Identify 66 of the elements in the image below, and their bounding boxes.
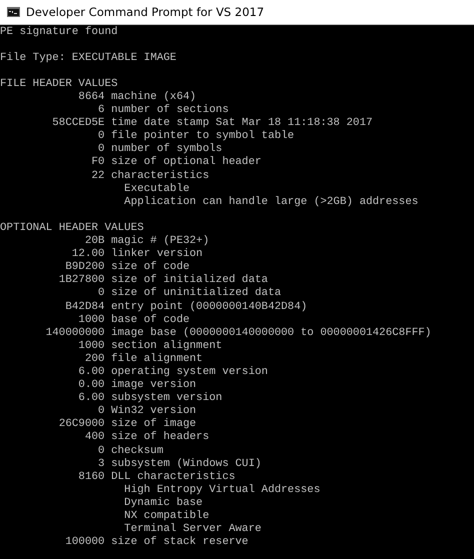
header-description: operating system version [111, 366, 268, 378]
header-description: magic # (PE32+) [111, 236, 210, 248]
header-number: 1B27800 [58, 275, 105, 286]
header-description: image version [111, 380, 196, 392]
window-title: Developer Command Prompt for VS 2017 [26, 5, 264, 19]
header-number: 8160 [77, 472, 105, 483]
characteristic-line: High Entropy Virtual Addresses [124, 484, 320, 496]
header-description: machine (x64) [111, 92, 196, 104]
header-number: 1000 [77, 314, 105, 326]
header-description: file alignment [111, 354, 203, 365]
header-number: 400 [84, 432, 105, 444]
characteristic-line: NX compatible [124, 511, 210, 522]
header-number: 8664 [77, 92, 105, 104]
header-number: 58CCED5E [51, 118, 105, 130]
header-number: 20B [84, 236, 105, 248]
header-number: 26C9000 [58, 419, 105, 430]
header-description: file pointer to symbol table [111, 131, 294, 142]
header-description: time date stamp Sat Mar 18 11:18:38 2017 [111, 118, 373, 130]
characteristic-line: Dynamic base [124, 498, 203, 509]
header-description: image base (0000000140000000 to 00000001426C8FFF) [111, 328, 432, 339]
header-description: subsystem version [111, 393, 222, 404]
header-number: 200 [84, 354, 105, 365]
header-description: size of uninitialized data [111, 288, 282, 300]
header-number: 140000000 [44, 328, 105, 339]
header-description: size of headers [111, 432, 210, 444]
header-number: 0 [97, 288, 105, 300]
header-number: 22 [90, 170, 105, 182]
characteristic-line: Application can handle large (>2GB) addresses [124, 196, 418, 208]
header-number: F0 [90, 157, 105, 168]
header-number: 6 [97, 105, 105, 116]
header-description: number of symbols [111, 144, 222, 156]
header-description: subsystem (Windows CUI) [111, 458, 262, 470]
characteristic-line: Terminal Server Aware [124, 524, 262, 536]
header-number: 6.00 [77, 366, 105, 378]
header-number: 0 [97, 406, 105, 418]
header-number: 0.00 [77, 380, 105, 392]
characteristic-line: Executable [124, 184, 190, 195]
console-line: File Type: EXECUTABLE IMAGE [0, 52, 176, 64]
header-number: 0 [97, 131, 105, 142]
header-number: 3 [97, 458, 105, 470]
header-description: checksum [111, 446, 164, 457]
header-number: 0 [97, 446, 105, 457]
header-number: 12.00 [70, 249, 105, 260]
console-line: FILE HEADER VALUES [0, 78, 118, 90]
header-description: characteristics [111, 170, 210, 182]
header-description: size of image [111, 419, 196, 430]
header-number: B9D200 [64, 262, 105, 274]
header-description: size of code [111, 262, 190, 274]
header-description: base of code [111, 314, 190, 326]
header-description: DLL characteristics [111, 472, 236, 483]
header-description: size of stack reserve [111, 537, 248, 548]
header-description: number of sections [111, 105, 229, 116]
header-description: section alignment [111, 340, 222, 352]
header-description: entry point (0000000140B42D84) [111, 302, 308, 313]
console-line: OPTIONAL HEADER VALUES [0, 222, 144, 234]
console-line: PE signature found [0, 26, 118, 38]
header-number: 6.00 [77, 393, 105, 404]
header-description: size of initialized data [111, 275, 268, 286]
console-icon [7, 7, 20, 17]
header-number: 1000 [77, 340, 105, 352]
header-description: size of optional header [111, 157, 262, 168]
header-number: 0 [97, 144, 105, 156]
header-number: 100000 [64, 537, 105, 548]
header-description: Win32 version [111, 406, 196, 418]
header-number: B42D84 [64, 302, 105, 313]
header-description: linker version [111, 249, 203, 260]
